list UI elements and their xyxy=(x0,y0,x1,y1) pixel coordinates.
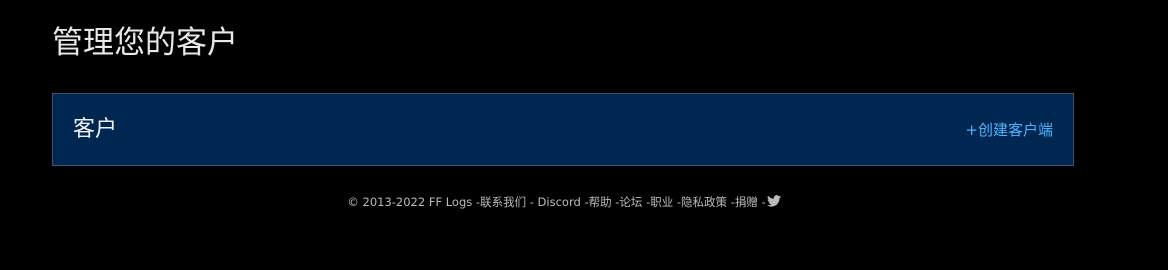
footer-link-donate[interactable]: 捐赠 xyxy=(735,195,758,209)
page: 管理您的客户 客户 +创建客户端 © 2013-2022 FF Logs -联系… xyxy=(0,0,1168,270)
create-client-link[interactable]: +创建客户端 xyxy=(965,120,1053,140)
twitter-link[interactable] xyxy=(766,195,781,209)
copyright-text: © 2013-2022 FF Logs xyxy=(347,195,473,209)
footer-link-forum[interactable]: 论坛 xyxy=(619,195,642,209)
twitter-icon xyxy=(766,195,781,207)
footer-link-jobs[interactable]: 职业 xyxy=(650,195,673,209)
panel-title: 客户 xyxy=(73,117,118,142)
footer-link-privacy[interactable]: 隐私政策 xyxy=(681,195,727,209)
footer: © 2013-2022 FF Logs -联系我们 - Discord -帮助 … xyxy=(0,194,1128,210)
footer-link-discord[interactable]: Discord xyxy=(538,195,581,209)
footer-link-help[interactable]: 帮助 xyxy=(589,195,612,209)
footer-link-contact[interactable]: 联系我们 xyxy=(480,195,526,209)
clients-panel: 客户 +创建客户端 xyxy=(52,93,1074,166)
page-title: 管理您的客户 xyxy=(52,25,238,61)
